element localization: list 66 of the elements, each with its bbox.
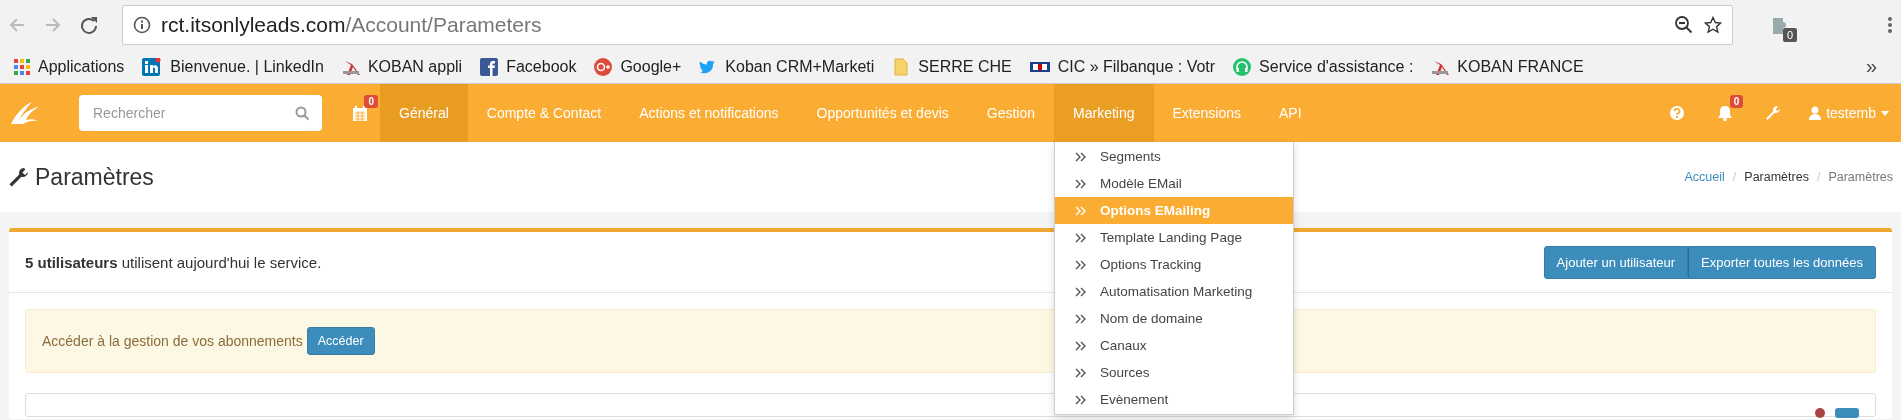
user-icon <box>1809 106 1822 120</box>
bookmark-link[interactable]: KOBAN FRANCE <box>1423 57 1592 76</box>
url-path: /Account/Parameters <box>345 13 542 36</box>
address-bar[interactable]: rct.itsonlyleads.com/Account/Parameters <box>122 5 1733 45</box>
bookmark-link[interactable]: KOBAN appli <box>333 57 471 76</box>
breadcrumb-item: Paramètres <box>1828 170 1893 184</box>
menu-item[interactable]: Template Landing Page <box>1055 224 1294 251</box>
menu-item[interactable]: Automatisation Marketing <box>1055 278 1294 305</box>
double-chevron-icon <box>1075 313 1087 324</box>
extension-badge: 0 <box>1782 28 1797 42</box>
headset-icon <box>1233 57 1252 76</box>
notification-badge: 0 <box>1729 94 1744 108</box>
reload-icon[interactable] <box>80 16 98 34</box>
bookmark-link[interactable]: Koban CRM+Marketi <box>691 57 883 76</box>
double-chevron-icon <box>1075 286 1087 297</box>
double-chevron-icon <box>1075 151 1087 162</box>
bookmarks-overflow[interactable]: » <box>1847 55 1895 78</box>
bookmark-link[interactable]: Google+ <box>586 57 690 76</box>
menu-item[interactable]: Sources <box>1055 359 1294 386</box>
breadcrumb-separator: / <box>1732 170 1737 184</box>
bookmark-link[interactable]: Facebook <box>472 57 585 76</box>
double-chevron-icon <box>1075 178 1087 189</box>
double-chevron-icon <box>1075 205 1087 216</box>
count-badge: 0 <box>364 94 378 108</box>
menu-item[interactable]: Modèle EMail <box>1055 170 1294 197</box>
page-title: Paramètres <box>35 163 154 191</box>
menu-icon[interactable] <box>1887 16 1893 34</box>
menu-item[interactable]: Nom de domaine <box>1055 305 1294 332</box>
zoom-out-icon[interactable] <box>1674 15 1694 35</box>
linkedin-icon <box>142 57 163 76</box>
double-chevron-icon <box>1075 259 1087 270</box>
info-icon[interactable] <box>133 16 151 34</box>
double-chevron-icon <box>1075 232 1087 243</box>
action-button[interactable]: Exporter toutes les données <box>1688 245 1876 279</box>
file-icon <box>892 57 911 76</box>
bookmark-link[interactable]: SERRE CHE <box>884 57 1020 76</box>
menu-item[interactable]: Segments <box>1055 143 1294 170</box>
users-summary: 5 utilisateurs utilisent aujourd'hui le service. <box>25 253 322 271</box>
double-chevron-icon <box>1075 394 1087 405</box>
avatar-circle <box>1815 408 1825 418</box>
action-button[interactable]: Ajouter un utilisateur <box>1543 245 1689 279</box>
bookmark-link[interactable]: CIC » Filbanque : Votr <box>1021 57 1224 76</box>
menu-item[interactable]: Canaux <box>1055 332 1294 359</box>
caret-icon <box>1881 110 1889 116</box>
bell-icon[interactable] <box>1717 104 1734 122</box>
bookmark-link[interactable]: Service d'assistance : <box>1225 57 1422 76</box>
search-icon[interactable] <box>295 105 310 121</box>
search-field[interactable]: Rechercher <box>79 95 322 131</box>
url-host: rct.itsonlyleads.com <box>161 13 346 36</box>
star-icon[interactable] <box>1704 16 1722 34</box>
breadcrumb-item: Paramètres <box>1744 170 1809 184</box>
bookmark-link[interactable]: Applications <box>6 57 133 76</box>
menu-item[interactable]: Options Tracking <box>1055 251 1294 278</box>
breadcrumb-link[interactable]: Accueil <box>1684 170 1725 184</box>
apps-grid-icon <box>14 58 30 75</box>
bookmark-link[interactable]: Bienvenue. | LinkedIn <box>134 57 332 76</box>
double-chevron-icon <box>1075 367 1087 378</box>
double-chevron-icon <box>1075 340 1087 351</box>
facebook-icon <box>480 57 499 76</box>
wrench-icon <box>8 166 29 188</box>
breadcrumb-separator: / <box>1816 170 1821 184</box>
menu-item[interactable]: Evènement <box>1055 386 1294 413</box>
alert-text: Accéder à la gestion de vos abonnements <box>42 333 303 349</box>
calendar-icon[interactable] <box>352 104 368 122</box>
google-plus-icon <box>594 57 613 76</box>
access-button[interactable]: Accéder <box>306 327 375 355</box>
